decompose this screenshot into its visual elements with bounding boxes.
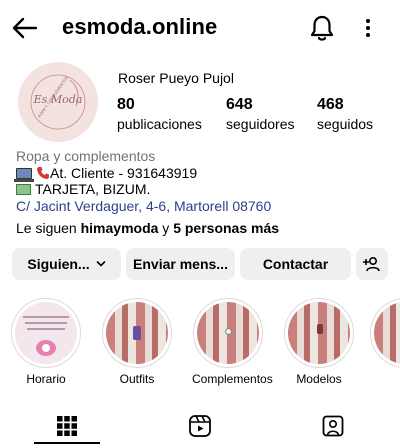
address-link[interactable]: C/ Jacint Verdaguer, 4-6, Martorell 0876… bbox=[16, 198, 271, 214]
followed-by-prefix: Le siguen bbox=[16, 220, 81, 236]
bio-payment-text: TARJETA, BIZUM. bbox=[35, 181, 151, 197]
message-button-label: Enviar mens... bbox=[133, 256, 228, 272]
profile-category: Ropa y complementos bbox=[16, 148, 156, 164]
highlight-label: Complementos bbox=[192, 372, 273, 386]
stat-followers-label: seguidores bbox=[226, 116, 295, 132]
highlight-thumbnail bbox=[197, 302, 259, 364]
profile-avatar[interactable]: Es Moda ROPA Y COMPLEMENTOS bbox=[18, 62, 98, 142]
profile-username: esmoda.online bbox=[62, 14, 218, 39]
highlight-thumbnail bbox=[106, 302, 168, 364]
esmoda-logo: Es Moda ROPA Y COMPLEMENTOS bbox=[20, 64, 96, 140]
grid-icon[interactable] bbox=[55, 414, 79, 438]
following-button[interactable]: Siguien... bbox=[12, 248, 121, 280]
bell-icon[interactable] bbox=[309, 14, 335, 42]
chevron-down-icon bbox=[96, 261, 105, 267]
followed-by-user: himaymoda bbox=[80, 220, 159, 236]
stat-posts[interactable]: 80 publicaciones bbox=[117, 96, 202, 132]
bio-phone-text: At. Cliente - 931643919 bbox=[50, 165, 198, 181]
laptop-icon bbox=[14, 168, 34, 182]
phone-icon bbox=[37, 167, 49, 179]
contact-button-label: Contactar bbox=[262, 256, 329, 272]
highlight-label: Horario bbox=[26, 372, 66, 386]
highlight-thumbnail bbox=[15, 302, 77, 364]
stat-followers[interactable]: 648 seguidores bbox=[226, 96, 295, 132]
contact-button[interactable]: Contactar bbox=[240, 248, 351, 280]
highlight-label: Modelos bbox=[296, 372, 342, 386]
suggest-people-button[interactable] bbox=[356, 248, 388, 280]
active-tab-indicator bbox=[34, 442, 100, 444]
highlight-thumbnail bbox=[288, 302, 350, 364]
money-icon bbox=[16, 184, 31, 195]
stat-following[interactable]: 468 seguidos bbox=[317, 96, 373, 132]
highlight-thumbnail bbox=[374, 302, 400, 364]
stat-posts-value: 80 bbox=[117, 96, 135, 113]
tagged-icon[interactable] bbox=[321, 414, 345, 438]
followed-by-middle: y bbox=[158, 220, 174, 236]
more-vertical-icon[interactable] bbox=[360, 16, 376, 40]
highlight-partial[interactable] bbox=[370, 298, 400, 372]
highlight-complementos[interactable]: Complementos bbox=[192, 298, 273, 386]
back-arrow-icon[interactable] bbox=[12, 16, 38, 40]
reels-icon[interactable] bbox=[188, 414, 212, 438]
followed-by[interactable]: Le siguen himaymoda y 5 personas más bbox=[16, 220, 279, 236]
highlight-outfits[interactable]: Outfits bbox=[101, 298, 173, 386]
following-button-label: Siguien... bbox=[27, 256, 90, 272]
stat-following-value: 468 bbox=[317, 96, 344, 113]
stat-followers-value: 648 bbox=[226, 96, 253, 113]
highlight-ring bbox=[370, 298, 400, 368]
top-bar: esmoda.online bbox=[0, 0, 400, 56]
highlight-ring bbox=[193, 298, 263, 368]
bio-payment-line: TARJETA, BIZUM. bbox=[16, 181, 150, 197]
highlight-ring bbox=[284, 298, 354, 368]
highlight-ring bbox=[102, 298, 172, 368]
stat-posts-label: publicaciones bbox=[117, 116, 202, 132]
highlight-label: Outfits bbox=[119, 372, 155, 386]
highlight-horario[interactable]: Horario bbox=[10, 298, 82, 386]
message-button[interactable]: Enviar mens... bbox=[126, 248, 235, 280]
profile-full-name: Roser Pueyo Pujol bbox=[118, 70, 234, 86]
stat-following-label: seguidos bbox=[317, 116, 374, 132]
add-person-icon bbox=[363, 256, 380, 272]
highlight-ring bbox=[11, 298, 81, 368]
followed-by-others: 5 personas más bbox=[173, 220, 280, 236]
highlight-modelos[interactable]: Modelos bbox=[283, 298, 355, 386]
bio-phone-line: At. Cliente - 931643919 bbox=[14, 165, 198, 182]
svg-text:Es Moda: Es Moda bbox=[33, 93, 83, 106]
